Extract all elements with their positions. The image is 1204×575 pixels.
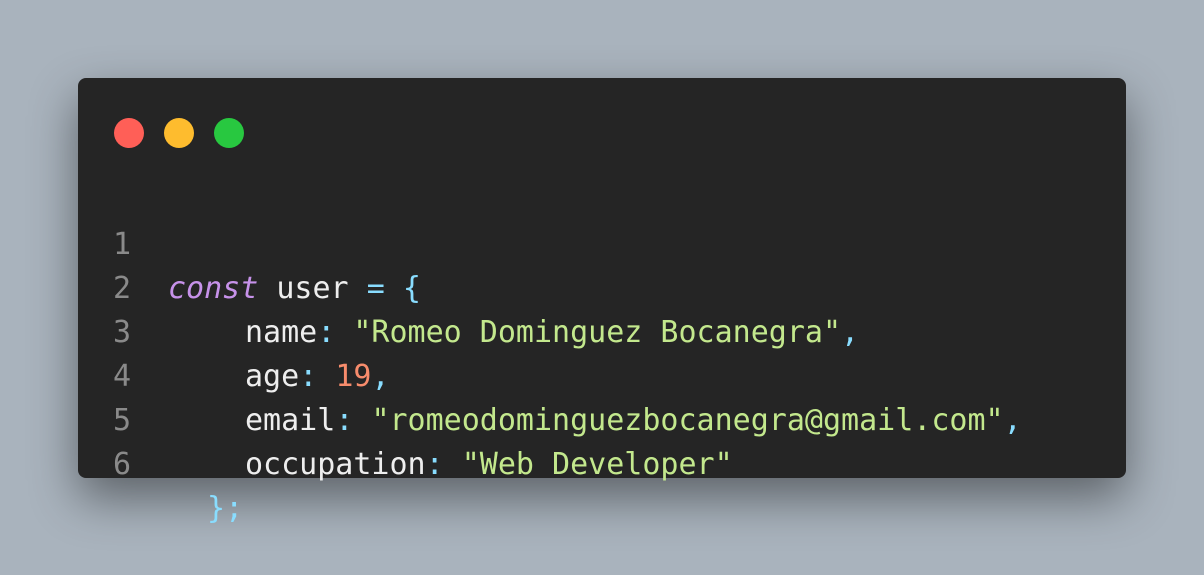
comma-token: , [371, 359, 390, 394]
code-line-3: 3 age: 19, [78, 267, 390, 394]
identifier-token: user [276, 271, 349, 306]
code-line-1: 1 const user = { [78, 179, 421, 306]
close-dot[interactable] [114, 118, 144, 148]
maximize-dot[interactable] [214, 118, 244, 148]
brace-token: { [402, 271, 421, 306]
code-line-5: 5 occupation: "Web Developer" [78, 355, 733, 482]
property-key: occupation [245, 447, 426, 482]
property-key: age [245, 359, 300, 394]
code-window: 1 const user = { 2 name: "Romeo Domingue… [78, 78, 1126, 526]
number-value: 19 [335, 359, 372, 394]
code-block: 1 const user = { 2 name: "Romeo Domingue… [78, 179, 1022, 526]
brace-token: } [207, 491, 226, 526]
operator-token: = [366, 271, 385, 306]
semicolon-token: ; [225, 491, 244, 526]
code-line-2: 2 name: "Romeo Dominguez Bocanegra", [78, 223, 859, 350]
colon-token: : [299, 359, 318, 394]
colon-token: : [335, 403, 354, 438]
code-line-6: 6 }; [78, 399, 243, 526]
code-line-4: 4 email: "romeodominguezbocanegra@gmail.… [78, 311, 1022, 438]
colon-token: : [425, 447, 444, 482]
string-value: "Romeo Dominguez Bocanegra" [353, 315, 842, 350]
string-value: "romeodominguezbocanegra@gmail.com" [371, 403, 1004, 438]
line-number: 6 [113, 447, 132, 482]
comma-token: , [1003, 403, 1022, 438]
colon-token: : [317, 315, 336, 350]
property-key: name [245, 315, 318, 350]
comma-token: , [841, 315, 860, 350]
string-value: "Web Developer" [461, 447, 733, 482]
minimize-dot[interactable] [164, 118, 194, 148]
property-key: email [245, 403, 336, 438]
